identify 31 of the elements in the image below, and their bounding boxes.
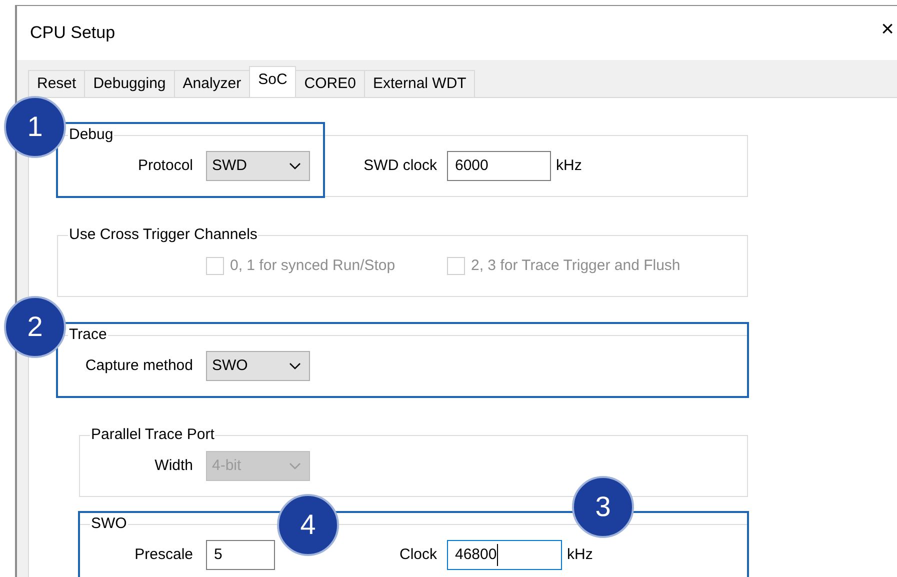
dropdown-value: SWD bbox=[212, 156, 247, 176]
unit-label: kHz bbox=[567, 544, 593, 565]
group-title: Debug bbox=[68, 126, 114, 144]
chevron-icon bbox=[289, 362, 301, 370]
callout-badge: 3 bbox=[572, 476, 634, 538]
dropdown-value: SWO bbox=[212, 356, 248, 376]
close-button[interactable]: × bbox=[881, 18, 894, 40]
callout-badge: 4 bbox=[277, 494, 339, 556]
group-title: Use Cross Trigger Channels bbox=[68, 226, 258, 244]
input-field[interactable]: 6000 bbox=[447, 151, 551, 181]
field-label: SWD clock bbox=[362, 156, 438, 176]
tab[interactable]: External WDT bbox=[364, 70, 476, 97]
tab[interactable]: Reset bbox=[28, 70, 86, 97]
callout-badge: 1 bbox=[4, 96, 66, 158]
field-label: Prescale bbox=[134, 544, 194, 565]
chevron-icon bbox=[289, 462, 301, 470]
chevron-icon bbox=[289, 162, 301, 170]
input-field[interactable]: 5 bbox=[206, 540, 275, 570]
dropdown[interactable]: SWO bbox=[206, 351, 310, 381]
checkbox-label: 0, 1 for synced Run/Stop bbox=[230, 256, 396, 276]
callout-badge: 2 bbox=[4, 296, 66, 358]
window-title: CPU Setup bbox=[30, 22, 116, 44]
checkbox-label: 2, 3 for Trace Trigger and Flush bbox=[471, 256, 680, 276]
field-label: Protocol bbox=[136, 156, 194, 176]
field-label: Width bbox=[154, 456, 194, 476]
dropdown[interactable]: SWD bbox=[206, 151, 310, 181]
field-label: Capture method bbox=[84, 356, 194, 376]
unit-label: kHz bbox=[556, 156, 582, 176]
field-label: Clock bbox=[398, 544, 438, 565]
input-field[interactable]: 46800 bbox=[447, 540, 562, 570]
tab[interactable]: SoC bbox=[249, 66, 296, 97]
